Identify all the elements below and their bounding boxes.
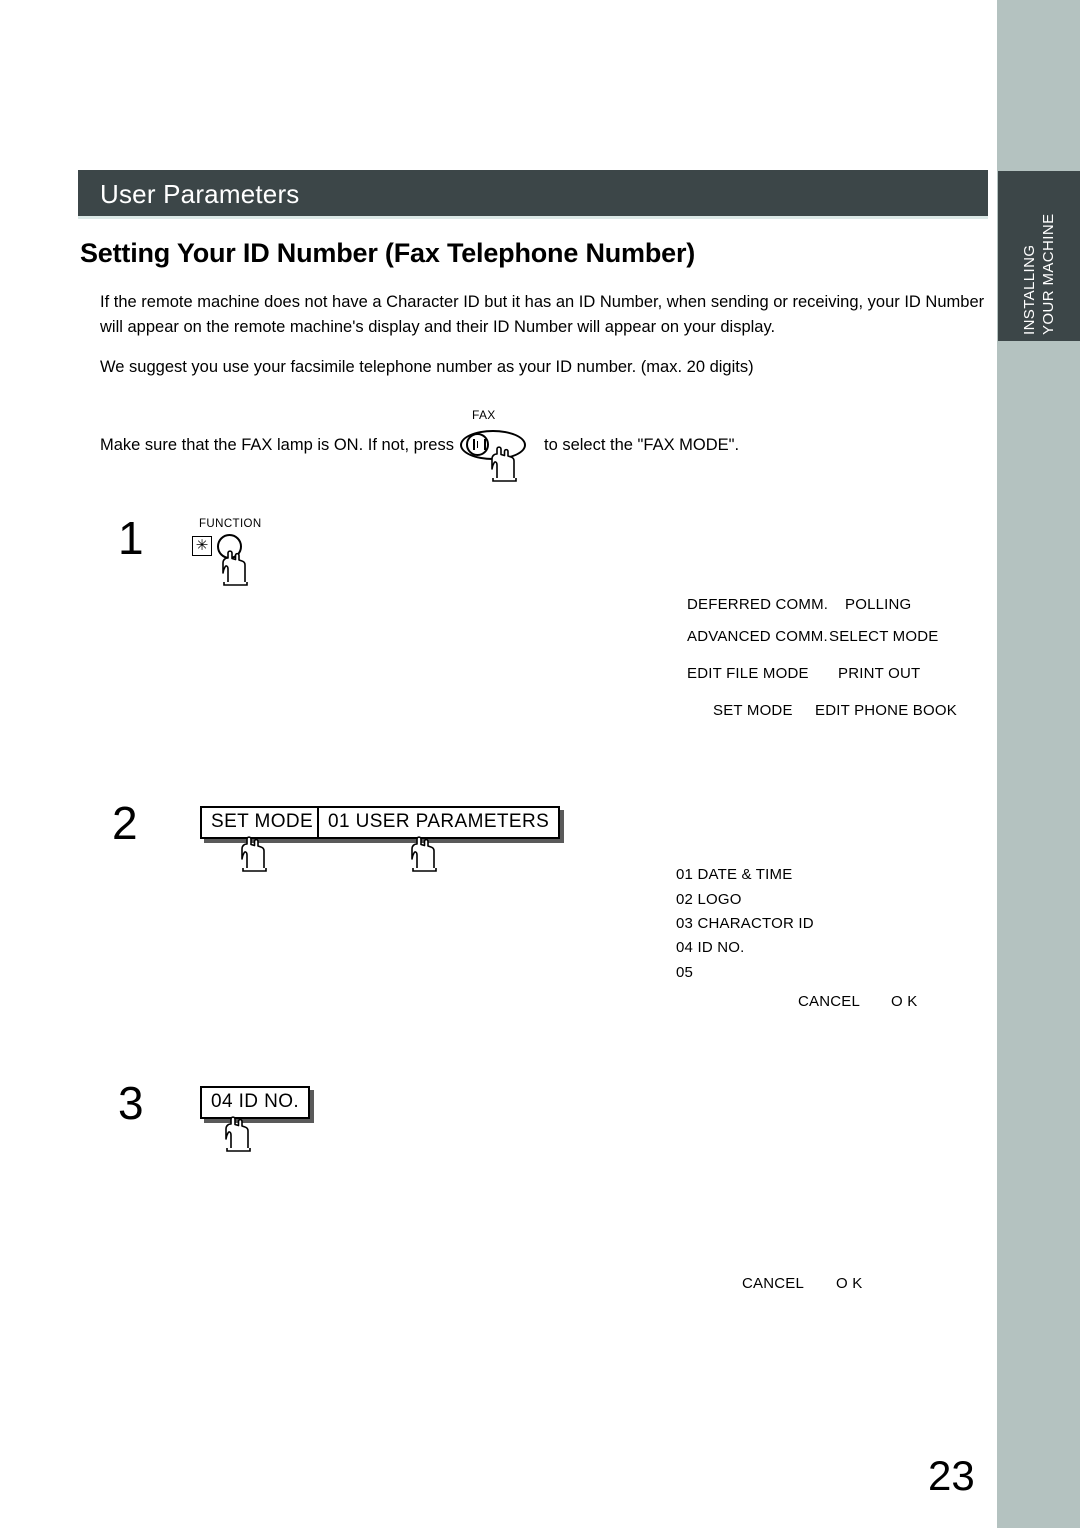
paragraph-suggestion: We suggest you use your facsimile teleph… [100, 358, 754, 376]
fax-mode-instruction: Make sure that the FAX lamp is ON. If no… [100, 408, 740, 482]
hand-pointer-icon [238, 834, 272, 872]
function-key-caption: FUNCTION [199, 518, 262, 530]
lcd-softkey-ok[interactable]: O K [891, 993, 917, 1010]
hand-pointer-icon [488, 444, 522, 482]
fax-key-icon: FAX [458, 408, 532, 482]
lcd-item-05[interactable]: 05 [676, 964, 693, 981]
page-title: Setting Your ID Number (Fax Telephone Nu… [80, 238, 696, 268]
fax-instruction-text-before: Make sure that the FAX lamp is ON. If no… [100, 435, 454, 454]
step-number-1: 1 [118, 512, 144, 564]
step-number-2: 2 [112, 797, 138, 849]
lcd-item-set-mode[interactable]: SET MODE [713, 702, 793, 719]
hand-pointer-icon [222, 1114, 256, 1152]
fax-key-button [465, 433, 489, 456]
function-key-icon: FUNCTION ✳ [192, 518, 302, 588]
hand-pointer-icon [219, 548, 253, 586]
lcd-item-id-no[interactable]: 04 ID NO. [676, 939, 745, 956]
lcd-item-charactor-id[interactable]: 03 CHARACTOR ID [676, 915, 814, 932]
document-page: INSTALLING YOUR MACHINE User Parameters … [0, 0, 1080, 1528]
chapter-tab-line-2: YOUR MACHINE [1040, 213, 1057, 335]
lcd-item-edit-phone-book[interactable]: EDIT PHONE BOOK [815, 702, 957, 719]
lcd-item-edit-file-mode[interactable]: EDIT FILE MODE [687, 665, 809, 682]
chapter-tab: INSTALLING YOUR MACHINE [998, 171, 1080, 341]
fax-key-caption: FAX [471, 408, 496, 422]
lcd-softkey-ok[interactable]: O K [836, 1275, 862, 1292]
paragraph-intro: If the remote machine does not have a Ch… [100, 293, 985, 336]
chapter-tab-line-1: INSTALLING [1021, 244, 1038, 335]
step-number-3: 3 [118, 1077, 144, 1129]
lcd-item-select-mode[interactable]: SELECT MODE [829, 628, 938, 645]
lcd-item-logo[interactable]: 02 LOGO [676, 891, 742, 908]
lcd-softkey-cancel[interactable]: CANCEL [742, 1275, 804, 1292]
fax-instruction-text-after: to select the "FAX MODE". [543, 435, 740, 454]
section-header-underline [78, 216, 988, 219]
section-header-bar: User Parameters [78, 170, 988, 216]
fax-key-glyph [472, 438, 486, 450]
lcd-softkey-cancel[interactable]: CANCEL [798, 993, 860, 1010]
lcd-item-date-time[interactable]: 01 DATE & TIME [676, 866, 792, 883]
page-number: 23 [928, 1452, 975, 1499]
lcd-item-print-out[interactable]: PRINT OUT [838, 665, 920, 682]
lcd-item-polling[interactable]: POLLING [845, 596, 911, 613]
hand-pointer-icon [408, 834, 442, 872]
section-header-title: User Parameters [100, 179, 300, 209]
lcd-item-advanced-comm[interactable]: ADVANCED COMM. [687, 628, 828, 645]
lcd-item-deferred-comm[interactable]: DEFERRED COMM. [687, 596, 828, 613]
function-star-glyph: ✳ [192, 536, 212, 556]
